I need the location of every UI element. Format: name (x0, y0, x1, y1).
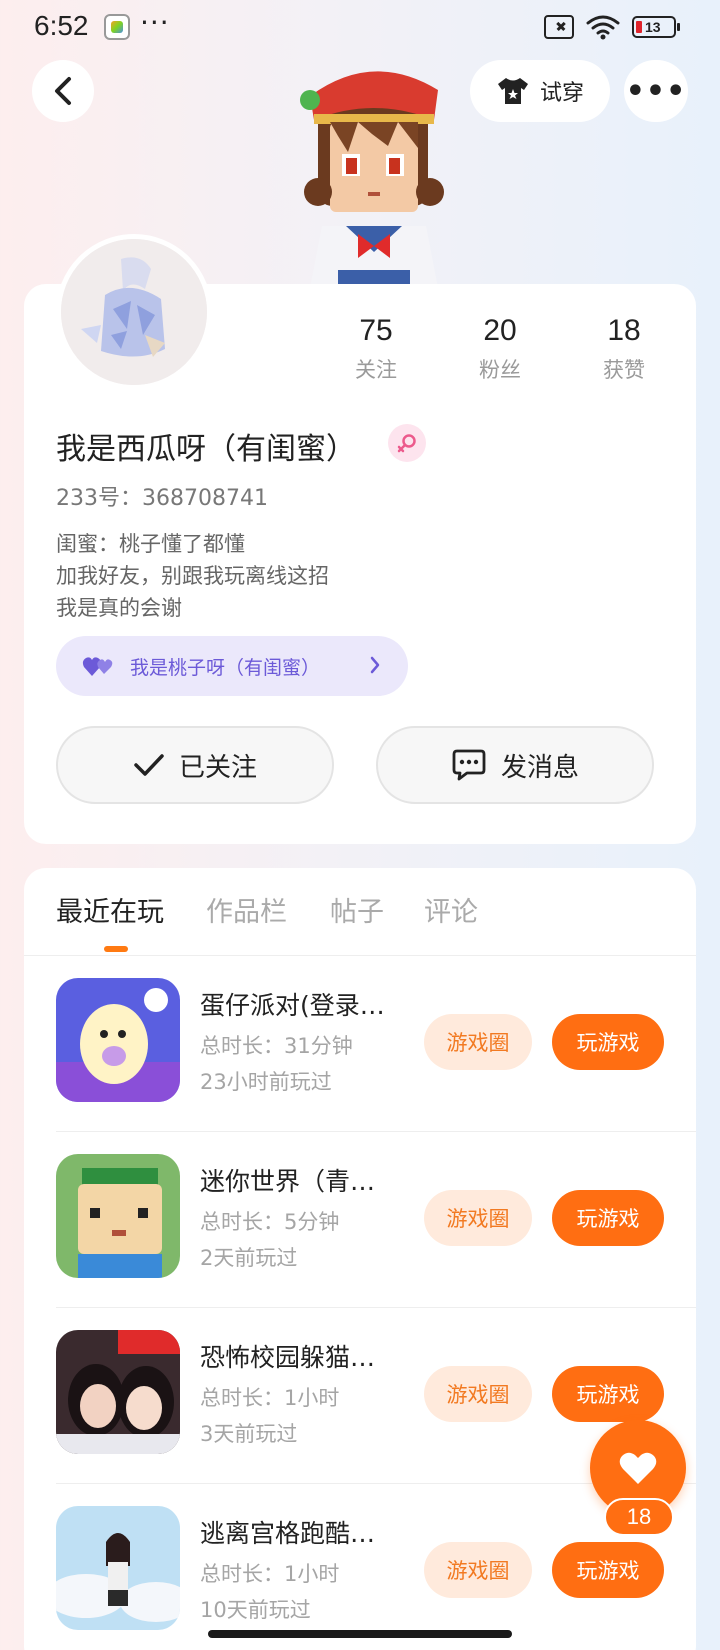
user-avatar[interactable] (56, 234, 212, 390)
stat-value: 75 (359, 314, 393, 347)
games-card: 最近在玩 作品栏 帖子 评论 蛋仔派对(登录… 总时长：31分钟 23小时前玩过… (24, 868, 696, 1650)
active-tab-indicator (104, 946, 128, 952)
stat-value: 18 (607, 314, 641, 347)
stat-label: 粉丝 (479, 358, 521, 382)
play-game-button[interactable]: 玩游戏 (552, 1542, 664, 1598)
home-indicator[interactable] (208, 1630, 512, 1638)
send-message-label: 发消息 (500, 752, 579, 783)
heart-icon (619, 1452, 657, 1484)
chevron-left-icon (55, 77, 71, 105)
mini-world-icon (56, 1154, 180, 1278)
play-game-button[interactable]: 玩游戏 (552, 1366, 664, 1422)
shirt-icon (497, 78, 528, 104)
game-last-played: 2天前玩过 (200, 1246, 298, 1270)
chevron-right-icon (370, 656, 380, 674)
game-circle-button[interactable]: 游戏圈 (424, 1190, 532, 1246)
bio-line: 加我好友，别跟我玩离线这招 (56, 564, 329, 588)
female-gender-icon (388, 424, 426, 462)
stat-likes[interactable]: 18 获赞 (562, 314, 686, 384)
status-bar: 6:52 ··· 13 (0, 0, 720, 56)
send-message-button[interactable]: 发消息 (376, 726, 654, 804)
game-title: 迷你世界（青… (200, 1167, 376, 1196)
battery-icon: 13 (632, 16, 680, 38)
following-label: 已关注 (178, 752, 257, 783)
game-row[interactable]: 迷你世界（青… 总时长：5分钟 2天前玩过 游戏圈 玩游戏 (56, 1132, 696, 1308)
game-circle-button[interactable]: 游戏圈 (424, 1542, 532, 1598)
following-button[interactable]: 已关注 (56, 726, 334, 804)
game-title: 恐怖校园躲猫… (200, 1343, 376, 1372)
game-row[interactable]: 蛋仔派对(登录… 总时长：31分钟 23小时前玩过 游戏圈 玩游戏 (56, 956, 696, 1132)
play-game-button[interactable]: 玩游戏 (552, 1014, 664, 1070)
game-row[interactable]: 逃离宫格跑酷… 总时长：1小时 10天前玩过 游戏圈 玩游戏 (56, 1484, 696, 1650)
eggy-party-icon (56, 978, 180, 1102)
chat-bubble-icon (452, 749, 486, 781)
character-avatar[interactable] (288, 56, 458, 288)
tab-posts[interactable]: 帖子 (330, 890, 384, 929)
battery-level: 13 (645, 19, 661, 35)
tab-recently-played[interactable]: 最近在玩 (56, 890, 164, 929)
profile-tabs: 最近在玩 作品栏 帖子 评论 (24, 868, 696, 956)
game-last-played: 23小时前玩过 (200, 1070, 332, 1094)
stat-followers[interactable]: 20 粉丝 (438, 314, 562, 384)
game-last-played: 3天前玩过 (200, 1422, 298, 1446)
game-duration: 总时长：5分钟 (200, 1210, 340, 1234)
game-title: 蛋仔派对(登录… (200, 991, 385, 1020)
bestie-label: 我是桃子呀（有闺蜜） (130, 656, 321, 679)
bio-line: 我是真的会谢 (56, 596, 182, 620)
stat-label: 关注 (355, 358, 397, 382)
stat-following[interactable]: 75 关注 (314, 314, 438, 384)
like-count: 18 (604, 1498, 674, 1536)
back-button[interactable] (32, 60, 94, 122)
game-circle-button[interactable]: 游戏圈 (424, 1014, 532, 1070)
game-duration: 总时长：1小时 (200, 1386, 340, 1410)
tab-comments[interactable]: 评论 (424, 890, 478, 929)
more-notifications-icon: ··· (140, 6, 170, 39)
stat-value: 20 (483, 314, 517, 347)
more-dots-icon: ••• (625, 73, 687, 109)
no-sim-icon (544, 15, 574, 39)
bestie-link[interactable]: 我是桃子呀（有闺蜜） (56, 636, 408, 696)
parkour-icon (56, 1506, 180, 1630)
wifi-icon (586, 15, 620, 40)
tab-works[interactable]: 作品栏 (206, 890, 287, 929)
stat-label: 获赞 (603, 358, 645, 382)
game-last-played: 10天前玩过 (200, 1598, 311, 1622)
check-icon (134, 754, 164, 776)
username: 我是西瓜呀（有闺蜜） (56, 432, 356, 467)
bio-line: 闺蜜：桃子懂了都懂 (56, 532, 245, 556)
game-title: 逃离宫格跑酷… (200, 1519, 376, 1548)
game-duration: 总时长：31分钟 (200, 1034, 353, 1058)
horror-school-icon (56, 1330, 180, 1454)
game-circle-button[interactable]: 游戏圈 (424, 1366, 532, 1422)
try-on-label: 试穿 (539, 81, 584, 106)
profile-stats: 75 关注 20 粉丝 18 获赞 (314, 314, 686, 384)
more-options-button[interactable]: ••• (624, 60, 688, 122)
game-duration: 总时长：1小时 (200, 1562, 340, 1586)
try-on-button[interactable]: 试穿 (470, 60, 610, 122)
status-time: 6:52 (34, 10, 89, 41)
user-id: 233号：368708741 (56, 486, 268, 511)
double-heart-icon (82, 657, 113, 676)
app-notification-icon (104, 14, 130, 40)
user-bio: 闺蜜：桃子懂了都懂 加我好友，别跟我玩离线这招 我是真的会谢 (56, 528, 329, 624)
play-game-button[interactable]: 玩游戏 (552, 1190, 664, 1246)
